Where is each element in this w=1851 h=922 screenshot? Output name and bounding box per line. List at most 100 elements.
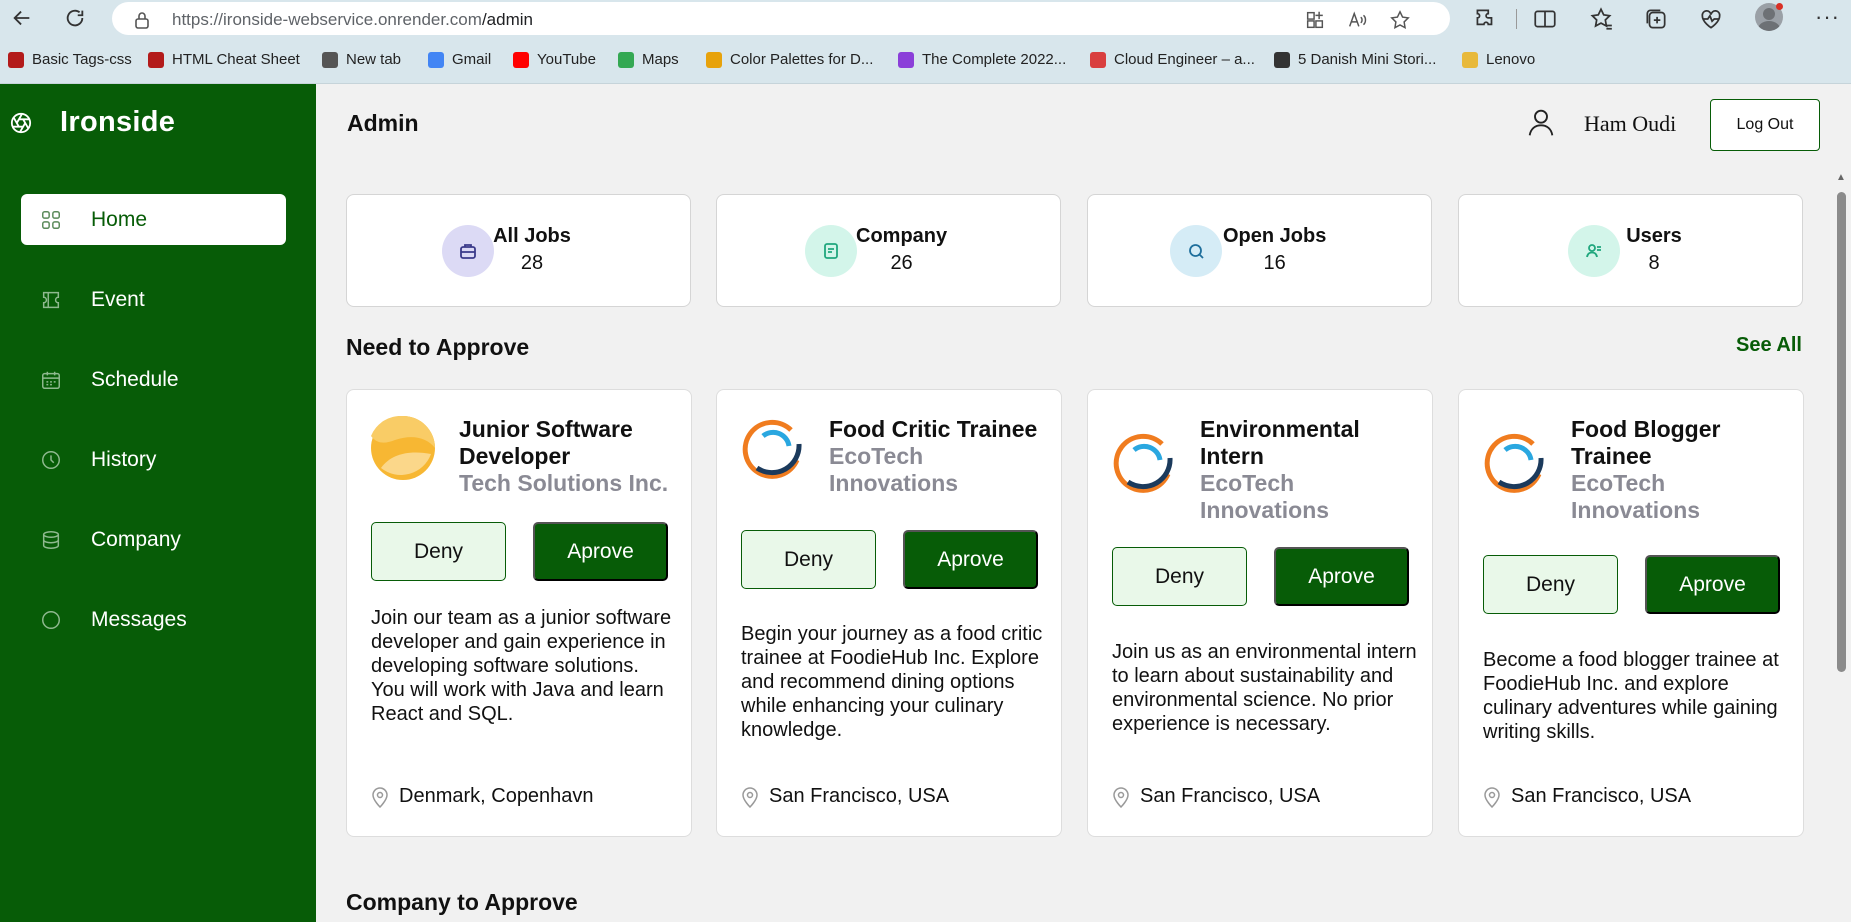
company-name: EcoTech Innovations <box>1571 470 1701 523</box>
stat-card-open-jobs[interactable]: Open Jobs 16 <box>1087 194 1432 307</box>
bookmark-item[interactable]: Gmail <box>428 51 491 68</box>
bookmark-favicon-icon <box>898 51 914 68</box>
approval-card: Food Critic Trainee EcoTech Innovations De… <box>716 389 1062 837</box>
approve-button[interactable]: Aprove <box>1645 555 1780 614</box>
company-to-approve-title: Company to Approve <box>346 889 578 915</box>
job-title: Food Critic Trainee <box>829 416 1038 442</box>
address-bar[interactable]: https://ironside-webservice.onrender.com… <box>112 2 1450 35</box>
database-icon <box>39 528 63 552</box>
stat-card-users[interactable]: Users 8 <box>1458 194 1803 307</box>
bookmark-item[interactable]: Basic Tags-css <box>8 51 132 68</box>
logout-button[interactable]: Log Out <box>1710 99 1820 151</box>
job-location: San Francisco, USA <box>741 785 949 808</box>
bookmarks-bar: Basic Tags-css HTML Cheat Sheet New tab Gma… <box>0 37 1851 84</box>
bookmark-item[interactable]: Cloud Engineer – a... <box>1090 51 1255 68</box>
job-description: Begin your journey as a food critic trai… <box>741 623 1043 741</box>
sidebar-item-event[interactable]: Event <box>21 274 286 325</box>
approve-button[interactable]: Aprove <box>533 522 668 581</box>
favorites-icon[interactable] <box>1588 6 1614 32</box>
job-location: San Francisco, USA <box>1112 785 1320 808</box>
company-name: EcoTech Innovations <box>1200 470 1330 523</box>
apps-icon[interactable] <box>1304 9 1326 31</box>
reload-icon[interactable] <box>61 4 89 32</box>
sidebar-item-history[interactable]: History <box>21 434 286 485</box>
bookmark-label: Basic Tags-css <box>32 51 132 68</box>
toolbar-divider <box>1516 9 1517 29</box>
brand-name: Ironside <box>60 106 176 138</box>
favorite-star-icon[interactable] <box>1389 9 1411 31</box>
bookmark-label: Gmail <box>452 51 492 68</box>
split-screen-icon[interactable] <box>1532 6 1558 32</box>
sidebar-item-label: Company <box>91 527 181 551</box>
stat-label: Open Jobs <box>1223 225 1327 247</box>
read-aloud-icon[interactable] <box>1346 9 1368 31</box>
sidebar-item-label: History <box>91 447 157 471</box>
stat-card-all-jobs[interactable]: All Jobs 28 <box>346 194 691 307</box>
bookmark-item[interactable]: 5 Danish Mini Stori... <box>1274 51 1436 68</box>
browser-toolbar: https://ironside-webservice.onrender.com… <box>0 0 1851 37</box>
notification-dot <box>1776 3 1783 10</box>
user-icon[interactable] <box>1525 106 1557 138</box>
job-description: Join us as an environmental intern to le… <box>1112 641 1417 735</box>
bookmark-favicon-icon <box>8 51 24 68</box>
bookmark-label: Maps <box>642 51 679 68</box>
bookmark-item[interactable]: Maps <box>618 51 679 68</box>
bookmark-label: Cloud Engineer – a... <box>1114 51 1255 68</box>
bookmark-label: 5 Danish Mini Stori... <box>1298 51 1437 68</box>
brand[interactable]: Ironside <box>10 106 175 139</box>
company-name: EcoTech Innovations <box>829 443 959 496</box>
sidebar-item-messages[interactable]: Messages <box>21 594 286 645</box>
stat-value: 28 <box>520 252 544 274</box>
clock-icon <box>39 448 63 472</box>
bookmark-item[interactable]: YouTube <box>513 51 596 68</box>
location-pin-icon <box>372 786 388 808</box>
location-text: Denmark, Copenhavn <box>399 785 594 807</box>
bookmark-item[interactable]: Lenovo <box>1462 51 1535 68</box>
more-menu-icon[interactable]: ··· <box>1815 4 1840 30</box>
approve-button[interactable]: Aprove <box>1274 547 1409 606</box>
bookmark-item[interactable]: HTML Cheat Sheet <box>148 51 300 68</box>
aperture-logo-icon <box>10 112 32 133</box>
job-description: Become a food blogger trainee at FoodieH… <box>1483 649 1779 743</box>
lock-icon <box>135 12 149 29</box>
collections-icon[interactable] <box>1643 6 1669 32</box>
sidebar-item-company[interactable]: Company <box>21 514 286 565</box>
sidebar-item-label: Messages <box>91 607 187 631</box>
deny-button[interactable]: Deny <box>1483 555 1618 614</box>
bookmark-favicon-icon <box>618 51 634 68</box>
sidebar-item-label: Schedule <box>91 367 179 391</box>
location-text: San Francisco, USA <box>1511 785 1692 807</box>
sidebar-item-schedule[interactable]: Schedule <box>21 354 286 405</box>
bookmark-item[interactable]: The Complete 2022... <box>898 51 1066 68</box>
bookmark-label: HTML Cheat Sheet <box>172 51 300 68</box>
grid-icon <box>39 208 63 232</box>
location-text: San Francisco, USA <box>769 785 950 807</box>
deny-button[interactable]: Deny <box>1112 547 1247 606</box>
location-pin-icon <box>1484 786 1500 808</box>
location-text: San Francisco, USA <box>1140 785 1321 807</box>
performance-heart-icon[interactable] <box>1698 6 1724 32</box>
scroll-up-arrow[interactable]: ▲ <box>1836 172 1846 183</box>
deny-button[interactable]: Deny <box>741 530 876 589</box>
see-all-link[interactable]: See All <box>1736 334 1802 357</box>
briefcase-icon <box>442 225 494 277</box>
ring-logo-icon <box>742 419 802 479</box>
approve-button[interactable]: Aprove <box>903 530 1038 589</box>
deny-button[interactable]: Deny <box>371 522 506 581</box>
sidebar-item-label: Event <box>91 287 145 311</box>
back-icon[interactable] <box>8 4 36 32</box>
calendar-icon <box>39 368 63 392</box>
bookmark-item[interactable]: Color Palettes for D... <box>706 51 873 68</box>
bookmark-favicon-icon <box>1274 51 1290 68</box>
bookmark-favicon-icon <box>1462 51 1478 68</box>
bookmark-item[interactable]: New tab <box>322 51 401 68</box>
stat-label: Company <box>856 225 948 247</box>
bookmark-favicon-icon <box>428 51 444 68</box>
scrollbar-thumb[interactable] <box>1837 192 1846 672</box>
bookmark-favicon-icon <box>706 51 722 68</box>
need-to-approve-title: Need to Approve <box>346 334 530 360</box>
sidebar-item-home[interactable]: Home <box>21 194 286 245</box>
stat-card-company[interactable]: Company 26 <box>716 194 1061 307</box>
document-icon <box>805 225 857 277</box>
extensions-icon[interactable] <box>1472 6 1498 32</box>
